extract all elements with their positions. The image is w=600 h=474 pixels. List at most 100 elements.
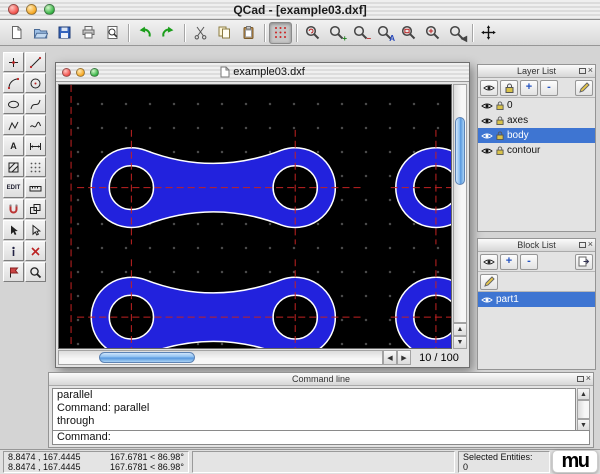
block-visibility-button[interactable] [480, 254, 498, 270]
copy-button[interactable] [213, 22, 236, 44]
grid-toggle-button[interactable] [269, 22, 292, 44]
open-file-button[interactable] [29, 22, 52, 44]
scroll-down-button[interactable]: ▼ [453, 336, 467, 349]
eye-icon[interactable] [481, 296, 493, 304]
tool-ellipses-button[interactable] [3, 94, 24, 114]
tool-edit-button[interactable]: EDIT [3, 178, 24, 198]
window-titlebar[interactable]: QCad - [example03.dxf] [0, 0, 600, 20]
layer-row-body[interactable]: body [478, 128, 595, 143]
tool-image-button[interactable] [25, 157, 46, 177]
eye-icon[interactable] [481, 147, 493, 155]
print-preview-button[interactable] [101, 22, 124, 44]
block-insert-button[interactable] [575, 254, 593, 270]
zoom-in-button[interactable]: + [325, 22, 348, 44]
dimension-icon [29, 140, 42, 153]
document-maximize-button[interactable] [90, 68, 99, 77]
layer-list-title: Layer List [517, 66, 556, 76]
layer-row-contour[interactable]: contour [478, 143, 595, 158]
tool-text-button[interactable]: A [3, 136, 24, 156]
lock-icon[interactable] [496, 101, 504, 110]
document-close-button[interactable] [62, 68, 71, 77]
block-edit-button[interactable] [480, 274, 498, 290]
tool-dimensions-button[interactable] [25, 136, 46, 156]
zoom-auto-button[interactable]: A [373, 22, 396, 44]
layer-list-titlebar[interactable]: Layer List × [478, 65, 595, 78]
cut-button[interactable] [189, 22, 212, 44]
tool-hatch-button[interactable] [3, 157, 24, 177]
tool-lines-button[interactable] [25, 52, 46, 72]
tool-measure-button[interactable] [25, 178, 46, 198]
layer-remove-button[interactable]: - [540, 80, 558, 96]
tool-delete-button[interactable] [25, 241, 46, 261]
tool-zoom-button[interactable] [25, 262, 46, 282]
save-button[interactable] [53, 22, 76, 44]
tool-blocks-button[interactable] [25, 199, 46, 219]
layer-add-button[interactable]: + [520, 80, 538, 96]
grid-icon [273, 25, 288, 40]
layer-lock-button[interactable] [500, 80, 518, 96]
move-view-button[interactable] [477, 22, 500, 44]
close-button[interactable] [8, 4, 19, 15]
scroll-up-button[interactable]: ▲ [453, 323, 467, 336]
print-button[interactable] [77, 22, 100, 44]
tool-select-button[interactable] [3, 220, 24, 240]
zoom-previous-button[interactable]: ◀ [445, 22, 468, 44]
command-input[interactable]: Command: [52, 430, 590, 445]
block-add-button[interactable]: + [500, 254, 518, 270]
maximize-button[interactable] [44, 4, 55, 15]
horizontal-scroll-track[interactable] [58, 350, 383, 365]
command-history-scrollbar[interactable]: ▲ ▼ [577, 388, 590, 431]
drawing-canvas[interactable] [58, 84, 452, 349]
undo-button[interactable] [133, 22, 156, 44]
tool-points-button[interactable] [3, 52, 24, 72]
command-history[interactable]: parallel Command: parallel through [52, 388, 576, 431]
zoom-out-button[interactable]: − [349, 22, 372, 44]
paste-button[interactable] [237, 22, 260, 44]
scroll-up-button[interactable]: ▲ [577, 388, 590, 400]
scroll-right-button[interactable]: ▶ [397, 350, 411, 365]
block-remove-button[interactable]: - [520, 254, 538, 270]
panel-close-icon[interactable]: × [586, 374, 591, 383]
tool-splines-button[interactable] [25, 94, 46, 114]
document-minimize-button[interactable] [76, 68, 85, 77]
panel-close-icon[interactable]: × [588, 66, 593, 75]
zoom-redraw-button[interactable] [301, 22, 324, 44]
block-row-part1[interactable]: part1 [478, 292, 595, 307]
eye-icon[interactable] [481, 102, 493, 110]
vertical-scroll-thumb[interactable] [455, 117, 465, 185]
tool-tag-button[interactable] [3, 262, 24, 282]
minimize-button[interactable] [26, 4, 37, 15]
lock-icon[interactable] [496, 146, 504, 155]
tool-snap-button[interactable] [3, 199, 24, 219]
lock-icon[interactable] [496, 116, 504, 125]
layer-visibility-button[interactable] [480, 80, 498, 96]
panel-float-icon[interactable] [579, 68, 586, 74]
vertical-scrollbar[interactable]: ▲ ▼ [453, 84, 467, 349]
tool-circles-button[interactable] [25, 73, 46, 93]
eye-icon[interactable] [481, 117, 493, 125]
panel-float-icon[interactable] [579, 242, 586, 248]
command-line-titlebar[interactable]: Command line × [49, 373, 593, 386]
layer-row-0[interactable]: 0 [478, 98, 595, 113]
vertical-scroll-track[interactable] [453, 84, 467, 323]
layer-row-axes[interactable]: axes [478, 113, 595, 128]
command-scroll-track[interactable] [577, 400, 590, 419]
panel-close-icon[interactable]: × [588, 240, 593, 249]
scroll-left-button[interactable]: ◀ [383, 350, 397, 365]
tool-info-button[interactable] [3, 241, 24, 261]
tool-polylines-button[interactable] [3, 115, 24, 135]
tool-deselect-button[interactable] [25, 220, 46, 240]
lock-icon[interactable] [496, 131, 504, 140]
document-titlebar[interactable]: example03.dxf [56, 63, 469, 82]
zoom-window-button[interactable] [397, 22, 420, 44]
redo-button[interactable] [157, 22, 180, 44]
block-list-titlebar[interactable]: Block List × [478, 239, 595, 252]
layer-edit-button[interactable] [575, 80, 593, 96]
new-file-button[interactable] [5, 22, 28, 44]
zoom-pan-button[interactable] [421, 22, 444, 44]
tool-arcs-button[interactable] [3, 73, 24, 93]
panel-float-icon[interactable] [577, 376, 584, 382]
tool-freehand-button[interactable] [25, 115, 46, 135]
eye-icon[interactable] [481, 132, 493, 140]
horizontal-scroll-thumb[interactable] [99, 352, 195, 363]
